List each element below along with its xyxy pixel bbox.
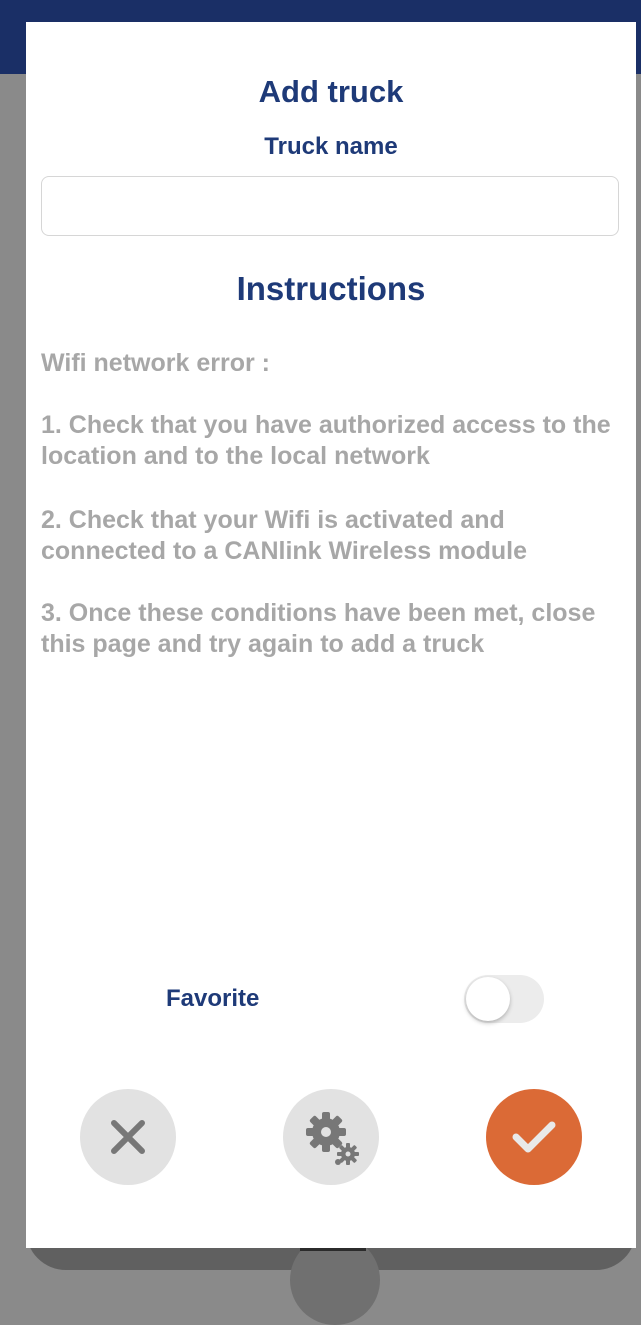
cancel-button[interactable] [80,1089,176,1185]
wifi-error-title: Wifi network error : [41,349,270,377]
instruction-step-1: 1. Check that you have authorized access… [41,411,611,470]
instruction-step-2: 2. Check that your Wifi is activated and… [41,506,527,565]
close-icon [111,1120,145,1154]
instruction-step-3: 3. Once these conditions have been met, … [41,599,596,658]
checkmark-icon [512,1121,556,1153]
favorite-toggle-knob [466,977,510,1021]
favorite-toggle[interactable] [464,975,544,1023]
settings-button[interactable] [283,1089,379,1185]
modal-title: Add truck [258,74,404,109]
favorite-label: Favorite [166,985,260,1012]
add-truck-modal: Add truck Truck name Instructions Wifi n… [26,22,636,1248]
gears-icon [306,1112,359,1165]
truck-name-label: Truck name [264,133,398,160]
truck-name-input[interactable] [41,176,619,236]
confirm-button[interactable] [486,1089,582,1185]
instructions-heading: Instructions [236,270,426,307]
